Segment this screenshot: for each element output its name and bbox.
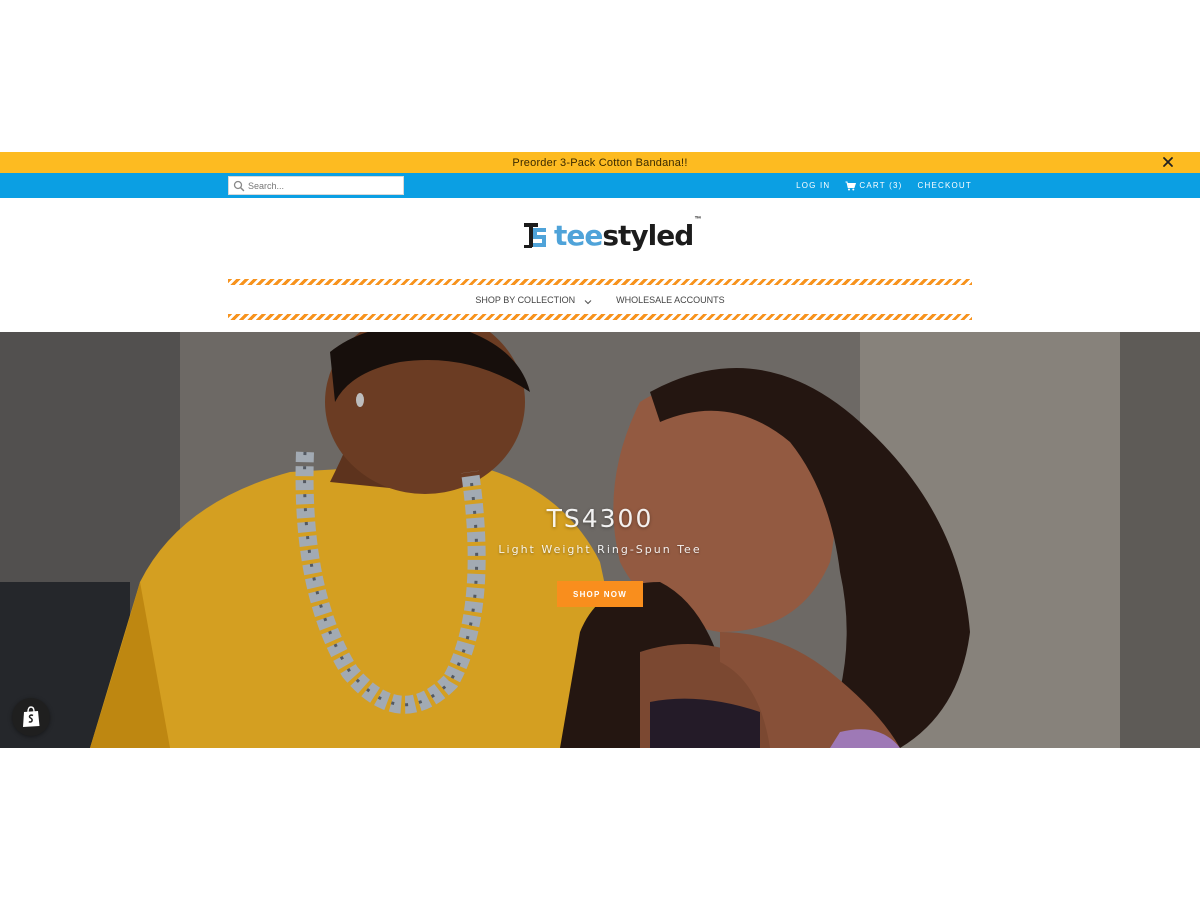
page: Preorder 3-Pack Cotton Bandana!! LOG IN bbox=[0, 0, 1200, 900]
cart-icon bbox=[845, 180, 857, 191]
chevron-down-icon bbox=[584, 297, 592, 304]
logo-text-styled: styled bbox=[602, 219, 694, 252]
logo-text-tee: tee bbox=[554, 219, 603, 252]
hero-banner[interactable]: TS4300 Light Weight Ring-Spun Tee SHOP N… bbox=[0, 332, 1200, 748]
announcement-text[interactable]: Preorder 3-Pack Cotton Bandana!! bbox=[512, 157, 687, 169]
search-input[interactable] bbox=[246, 180, 400, 191]
hero-title: TS4300 bbox=[546, 504, 654, 533]
account-links: LOG IN CART (3) CHECKOUT bbox=[796, 173, 972, 198]
cart-link[interactable]: CART (3) bbox=[845, 180, 903, 191]
announcement-bar: Preorder 3-Pack Cotton Bandana!! bbox=[0, 152, 1200, 173]
checkout-link[interactable]: CHECKOUT bbox=[918, 181, 973, 190]
nav-item-label: WHOLESALE ACCOUNTS bbox=[616, 294, 725, 305]
login-link[interactable]: LOG IN bbox=[796, 181, 830, 190]
site-logo[interactable]: teestyled ™ bbox=[522, 214, 701, 258]
hero-image bbox=[0, 332, 1200, 748]
cart-link-label: CART (3) bbox=[859, 181, 903, 190]
search-icon bbox=[232, 179, 246, 193]
logo-mark-icon bbox=[522, 219, 550, 253]
logo-wordmark: teestyled bbox=[554, 219, 694, 252]
shop-now-button[interactable]: SHOP NOW bbox=[557, 581, 643, 607]
search-box[interactable] bbox=[228, 176, 404, 195]
login-link-label: LOG IN bbox=[796, 181, 831, 190]
hero-subtitle: Light Weight Ring-Spun Tee bbox=[498, 543, 702, 556]
nav-item-label: SHOP BY COLLECTION bbox=[475, 294, 576, 305]
nav-item-shop-by-collection[interactable]: SHOP BY COLLECTION bbox=[475, 295, 592, 305]
close-icon[interactable] bbox=[1160, 154, 1176, 170]
nav-stripe-bottom bbox=[228, 314, 972, 320]
checkout-link-label: CHECKOUT bbox=[917, 181, 972, 190]
top-bar: LOG IN CART (3) CHECKOUT bbox=[0, 173, 1200, 198]
shopify-bag-icon[interactable] bbox=[12, 698, 50, 736]
nav-item-wholesale-accounts[interactable]: WHOLESALE ACCOUNTS bbox=[616, 295, 725, 305]
main-nav: SHOP BY COLLECTION WHOLESALE ACCOUNTS bbox=[228, 285, 972, 314]
logo-trademark: ™ bbox=[694, 216, 702, 223]
